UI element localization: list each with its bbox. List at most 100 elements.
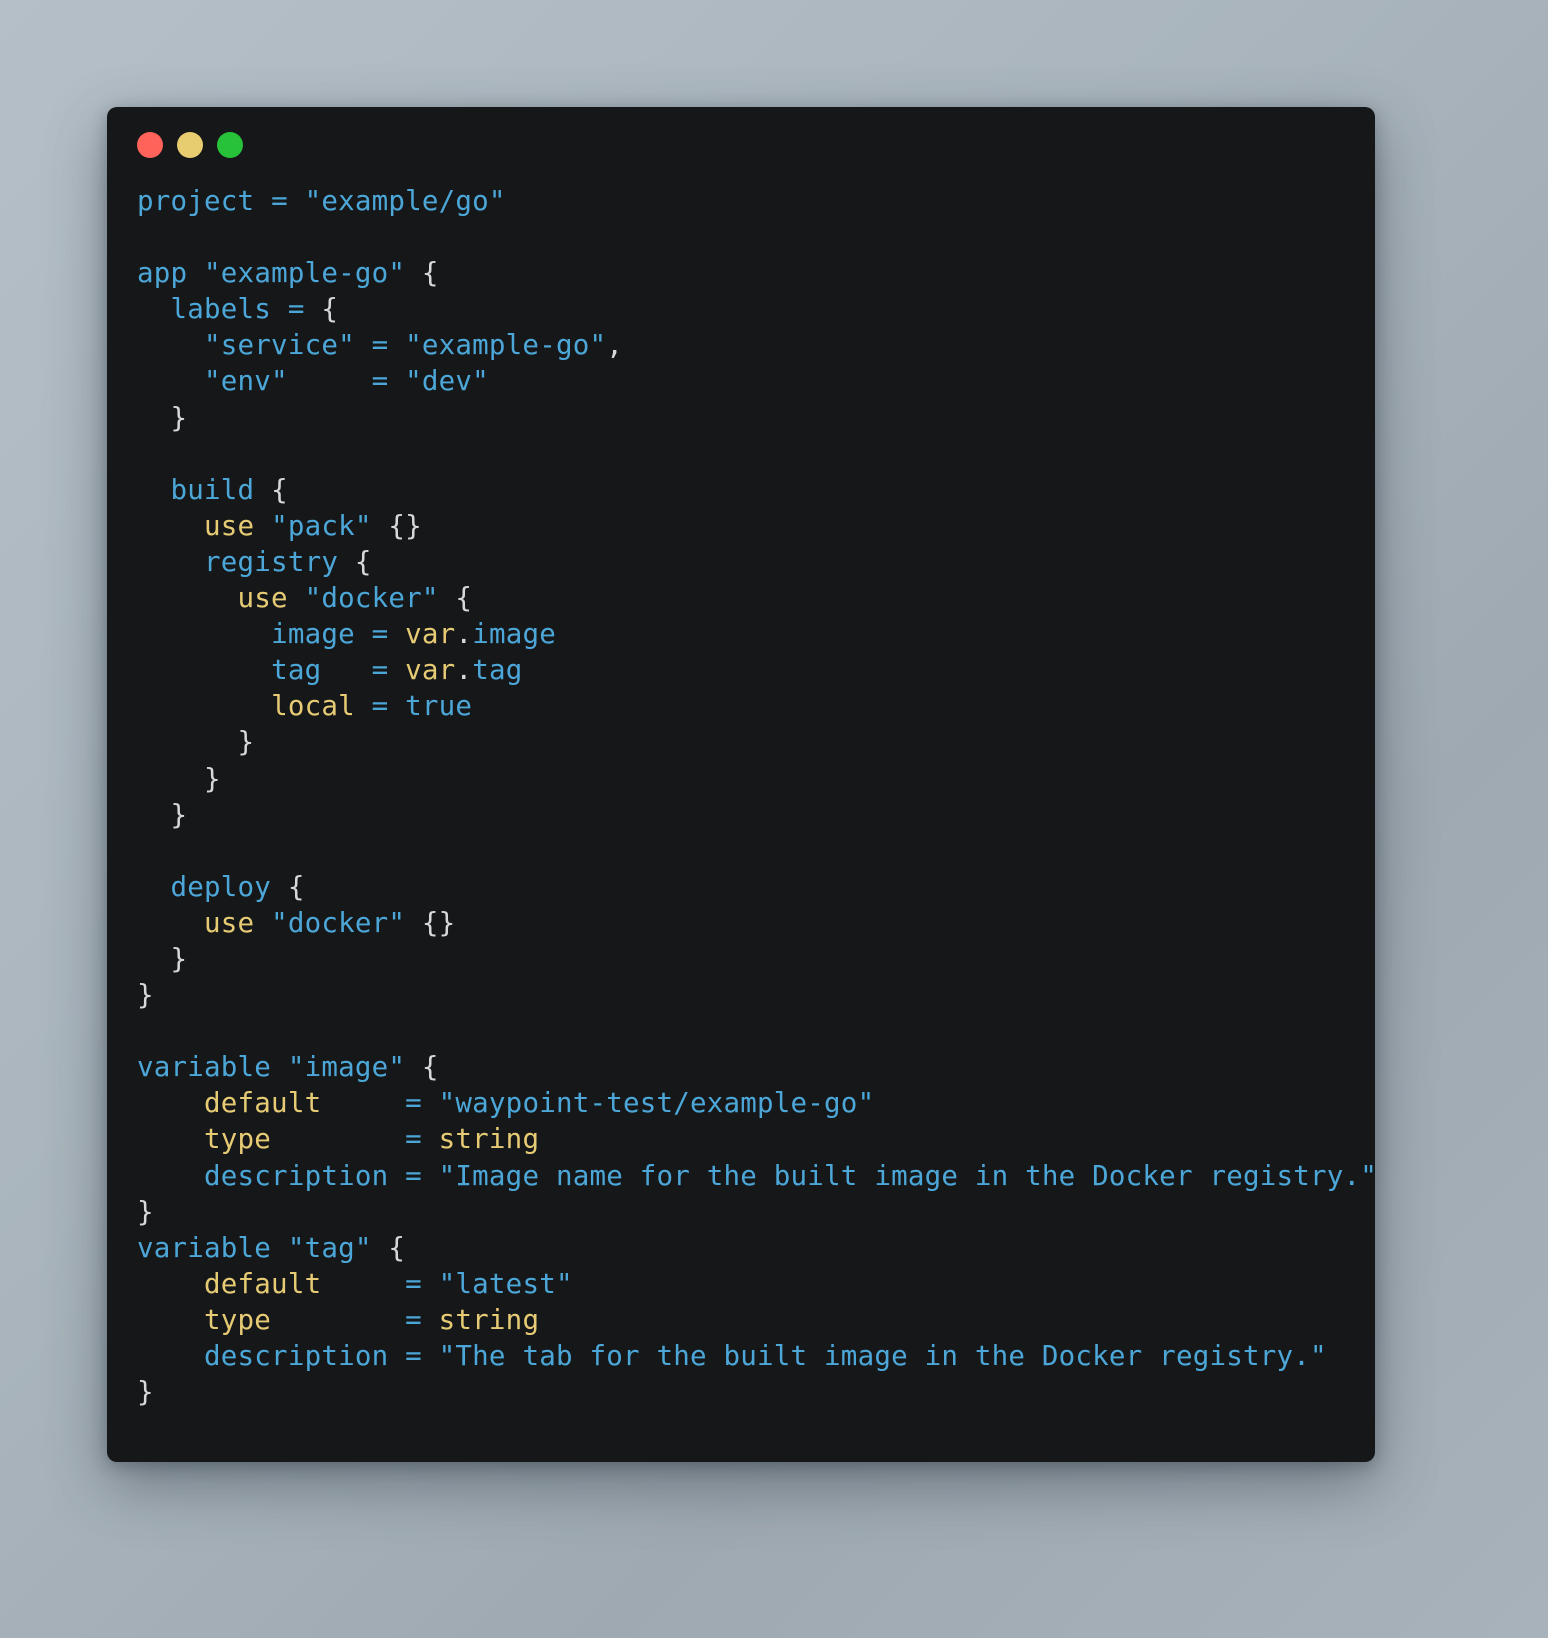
code-token: =: [405, 1303, 422, 1336]
code-token: "dev": [405, 365, 489, 398]
code-line: use "pack" {}: [137, 508, 1345, 544]
code-block[interactable]: project = "example/go" app "example-go" …: [107, 183, 1375, 1410]
code-token: {: [455, 582, 473, 615]
code-line: default = "latest": [137, 1266, 1345, 1302]
code-token: build: [170, 473, 255, 506]
code-token: {: [421, 257, 439, 290]
code-token: =: [287, 293, 305, 326]
code-token: }: [204, 762, 221, 795]
code-line: }: [137, 761, 1345, 797]
code-token: }: [137, 1195, 154, 1228]
code-token: "env": [204, 365, 288, 398]
code-token: "service": [204, 329, 355, 362]
maximize-button[interactable]: [217, 132, 243, 158]
code-token: {: [271, 473, 288, 506]
code-token: string: [438, 1303, 540, 1336]
code-line: }: [137, 1374, 1345, 1410]
code-line: image = var.image: [137, 616, 1345, 652]
code-snippet-window: project = "example/go" app "example-go" …: [107, 107, 1375, 1462]
code-line: use "docker" {: [137, 580, 1345, 616]
code-line: variable "image" {: [137, 1049, 1345, 1085]
code-token: "docker": [304, 582, 439, 615]
close-button[interactable]: [137, 132, 163, 158]
code-token: "docker": [271, 906, 406, 939]
code-token: labels: [170, 293, 272, 326]
code-token: "pack": [271, 509, 372, 542]
code-token: default: [204, 1267, 322, 1300]
code-token: {}: [388, 509, 422, 542]
code-token: "Image name for the built image in the D…: [438, 1159, 1375, 1192]
code-line: default = "waypoint-test/example-go": [137, 1085, 1345, 1121]
code-token: "example/go": [304, 185, 506, 217]
code-token: }: [170, 401, 188, 434]
code-token: }: [137, 979, 154, 1012]
code-token: }: [170, 942, 188, 975]
code-token: "example-go": [204, 257, 406, 290]
code-token: variable: [137, 1051, 272, 1084]
code-token: project: [137, 185, 255, 217]
desktop-backdrop: project = "example/go" app "example-go" …: [0, 0, 1548, 1638]
code-token: use: [204, 509, 255, 542]
minimize-button[interactable]: [177, 132, 203, 158]
code-token: string: [438, 1123, 540, 1156]
code-token: var: [405, 618, 456, 651]
code-line: deploy {: [137, 869, 1345, 905]
code-token: deploy: [170, 870, 272, 903]
code-token: ,: [606, 329, 623, 362]
code-line: registry {: [137, 544, 1345, 580]
code-line: }: [137, 1194, 1345, 1230]
code-token: }: [170, 798, 188, 831]
code-token: =: [405, 1087, 422, 1120]
code-line: build {: [137, 472, 1345, 508]
code-line: type = string: [137, 1121, 1345, 1157]
code-line: "service" = "example-go",: [137, 327, 1345, 363]
code-token: =: [371, 690, 389, 723]
code-token: {: [421, 1051, 439, 1084]
window-titlebar[interactable]: [107, 107, 1375, 183]
code-token: description: [204, 1159, 389, 1192]
code-line: }: [137, 797, 1345, 833]
code-token: .: [455, 618, 473, 651]
code-token: =: [271, 185, 288, 217]
code-token: {: [354, 545, 372, 578]
code-token: {}: [421, 906, 456, 939]
